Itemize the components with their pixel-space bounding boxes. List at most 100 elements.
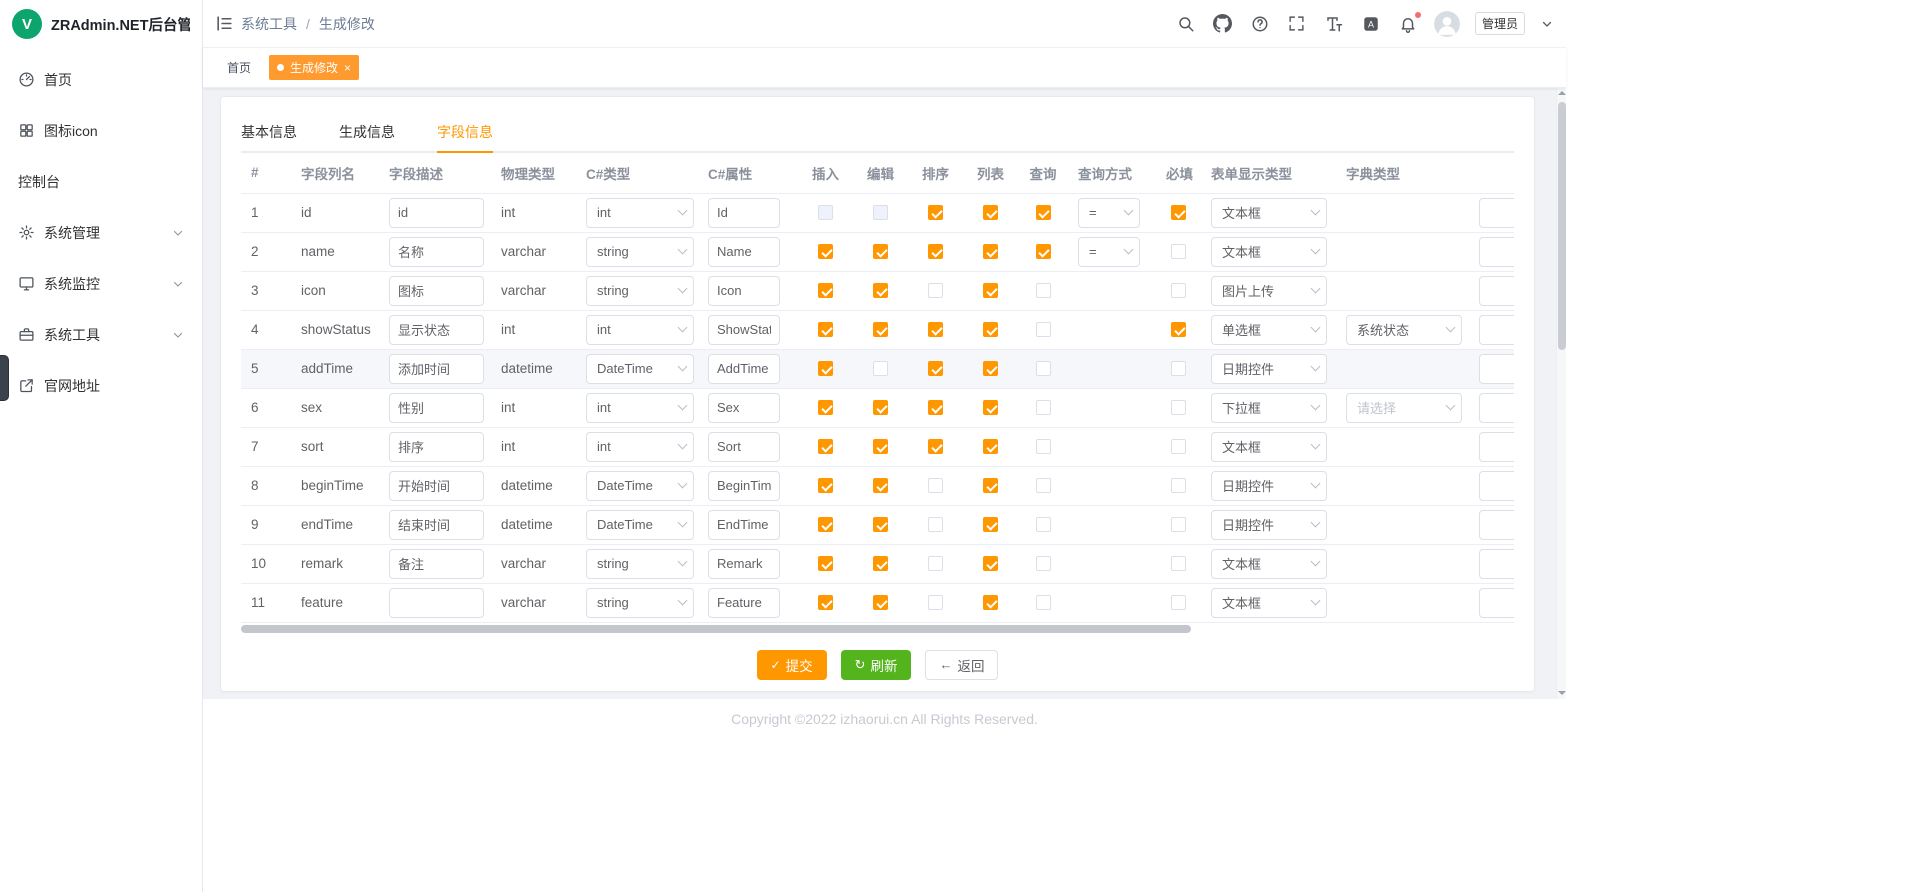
- extra-input[interactable]: [1479, 237, 1514, 267]
- sort-checkbox[interactable]: [928, 595, 943, 610]
- query-mode-select[interactable]: =: [1078, 237, 1140, 267]
- required-checkbox[interactable]: [1171, 244, 1186, 259]
- sidebar-item-home[interactable]: 首页: [0, 54, 202, 105]
- github-icon[interactable]: [1212, 13, 1234, 35]
- display-type-select[interactable]: 文本框: [1211, 432, 1327, 462]
- extra-input[interactable]: [1479, 354, 1514, 384]
- required-checkbox[interactable]: [1171, 361, 1186, 376]
- csharp-property-input[interactable]: [708, 198, 780, 228]
- csharp-type-select[interactable]: int: [586, 393, 694, 423]
- csharp-property-input[interactable]: [708, 588, 780, 618]
- sidebar-item-system-manage[interactable]: 系统管理: [0, 207, 202, 258]
- edit-checkbox[interactable]: [873, 400, 888, 415]
- edit-checkbox[interactable]: [873, 595, 888, 610]
- column-desc-input[interactable]: [389, 198, 484, 228]
- csharp-property-input[interactable]: [708, 354, 780, 384]
- display-type-select[interactable]: 文本框: [1211, 549, 1327, 579]
- back-button[interactable]: 返回: [925, 650, 998, 680]
- csharp-property-input[interactable]: [708, 432, 780, 462]
- csharp-property-input[interactable]: [708, 393, 780, 423]
- query-checkbox[interactable]: [1036, 322, 1051, 337]
- csharp-type-select[interactable]: string: [586, 237, 694, 267]
- query-mode-select[interactable]: =: [1078, 198, 1140, 228]
- required-checkbox[interactable]: [1171, 322, 1186, 337]
- query-checkbox[interactable]: [1036, 517, 1051, 532]
- sort-checkbox[interactable]: [928, 322, 943, 337]
- list-checkbox[interactable]: [983, 283, 998, 298]
- insert-checkbox[interactable]: [818, 322, 833, 337]
- list-checkbox[interactable]: [983, 556, 998, 571]
- csharp-type-select[interactable]: DateTime: [586, 354, 694, 384]
- column-desc-input[interactable]: [389, 237, 484, 267]
- csharp-type-select[interactable]: string: [586, 549, 694, 579]
- insert-checkbox[interactable]: [818, 361, 833, 376]
- csharp-type-select[interactable]: DateTime: [586, 510, 694, 540]
- help-icon[interactable]: [1249, 13, 1271, 35]
- insert-checkbox[interactable]: [818, 556, 833, 571]
- tag-home[interactable]: 首页: [219, 55, 259, 80]
- dict-type-select[interactable]: 系统状态: [1346, 315, 1462, 345]
- column-desc-input[interactable]: [389, 432, 484, 462]
- required-checkbox[interactable]: [1171, 283, 1186, 298]
- submit-button[interactable]: 提交: [757, 650, 827, 680]
- user-avatar[interactable]: [1434, 11, 1460, 37]
- horizontal-scrollbar[interactable]: [241, 625, 1514, 633]
- required-checkbox[interactable]: [1171, 439, 1186, 454]
- theme-drawer-handle[interactable]: [0, 355, 9, 401]
- bell-icon[interactable]: [1397, 13, 1419, 35]
- extra-input[interactable]: [1479, 432, 1514, 462]
- csharp-type-select[interactable]: string: [586, 588, 694, 618]
- list-checkbox[interactable]: [983, 322, 998, 337]
- query-checkbox[interactable]: [1036, 439, 1051, 454]
- column-desc-input[interactable]: [389, 510, 484, 540]
- required-checkbox[interactable]: [1171, 205, 1186, 220]
- display-type-select[interactable]: 文本框: [1211, 237, 1327, 267]
- insert-checkbox[interactable]: [818, 400, 833, 415]
- scroll-up-arrow-icon[interactable]: [1557, 89, 1567, 101]
- display-type-select[interactable]: 图片上传: [1211, 276, 1327, 306]
- dict-type-select[interactable]: 请选择: [1346, 393, 1462, 423]
- sort-checkbox[interactable]: [928, 361, 943, 376]
- column-desc-input[interactable]: [389, 354, 484, 384]
- sort-checkbox[interactable]: [928, 283, 943, 298]
- edit-checkbox[interactable]: [873, 322, 888, 337]
- extra-input[interactable]: [1479, 549, 1514, 579]
- vertical-scrollbar[interactable]: [1556, 88, 1566, 699]
- extra-input[interactable]: [1479, 315, 1514, 345]
- user-name[interactable]: 管理员: [1475, 12, 1525, 35]
- query-checkbox[interactable]: [1036, 478, 1051, 493]
- column-desc-input[interactable]: [389, 549, 484, 579]
- sidebar-item-console[interactable]: 控制台: [0, 156, 202, 207]
- extra-input[interactable]: [1479, 198, 1514, 228]
- query-checkbox[interactable]: [1036, 205, 1051, 220]
- menu-fold-icon[interactable]: [213, 13, 235, 35]
- sort-checkbox[interactable]: [928, 244, 943, 259]
- column-desc-input[interactable]: [389, 471, 484, 501]
- required-checkbox[interactable]: [1171, 400, 1186, 415]
- sidebar-item-system-monitor[interactable]: 系统监控: [0, 258, 202, 309]
- insert-checkbox[interactable]: [818, 244, 833, 259]
- sort-checkbox[interactable]: [928, 205, 943, 220]
- query-checkbox[interactable]: [1036, 400, 1051, 415]
- csharp-type-select[interactable]: DateTime: [586, 471, 694, 501]
- display-type-select[interactable]: 下拉框: [1211, 393, 1327, 423]
- app-logo-row[interactable]: V ZRAdmin.NET后台管理: [0, 0, 202, 48]
- user-menu-chevron-icon[interactable]: [1540, 13, 1554, 35]
- sidebar-item-icons[interactable]: 图标icon: [0, 105, 202, 156]
- csharp-property-input[interactable]: [708, 549, 780, 579]
- list-checkbox[interactable]: [983, 400, 998, 415]
- query-checkbox[interactable]: [1036, 283, 1051, 298]
- display-type-select[interactable]: 单选框: [1211, 315, 1327, 345]
- sort-checkbox[interactable]: [928, 517, 943, 532]
- edit-checkbox[interactable]: [873, 283, 888, 298]
- font-size-icon[interactable]: [1323, 13, 1345, 35]
- search-icon[interactable]: [1175, 13, 1197, 35]
- insert-checkbox[interactable]: [818, 595, 833, 610]
- csharp-property-input[interactable]: [708, 315, 780, 345]
- list-checkbox[interactable]: [983, 517, 998, 532]
- csharp-property-input[interactable]: [708, 276, 780, 306]
- fullscreen-icon[interactable]: [1286, 13, 1308, 35]
- vertical-scrollbar-thumb[interactable]: [1558, 102, 1566, 350]
- edit-checkbox[interactable]: [873, 439, 888, 454]
- sort-checkbox[interactable]: [928, 439, 943, 454]
